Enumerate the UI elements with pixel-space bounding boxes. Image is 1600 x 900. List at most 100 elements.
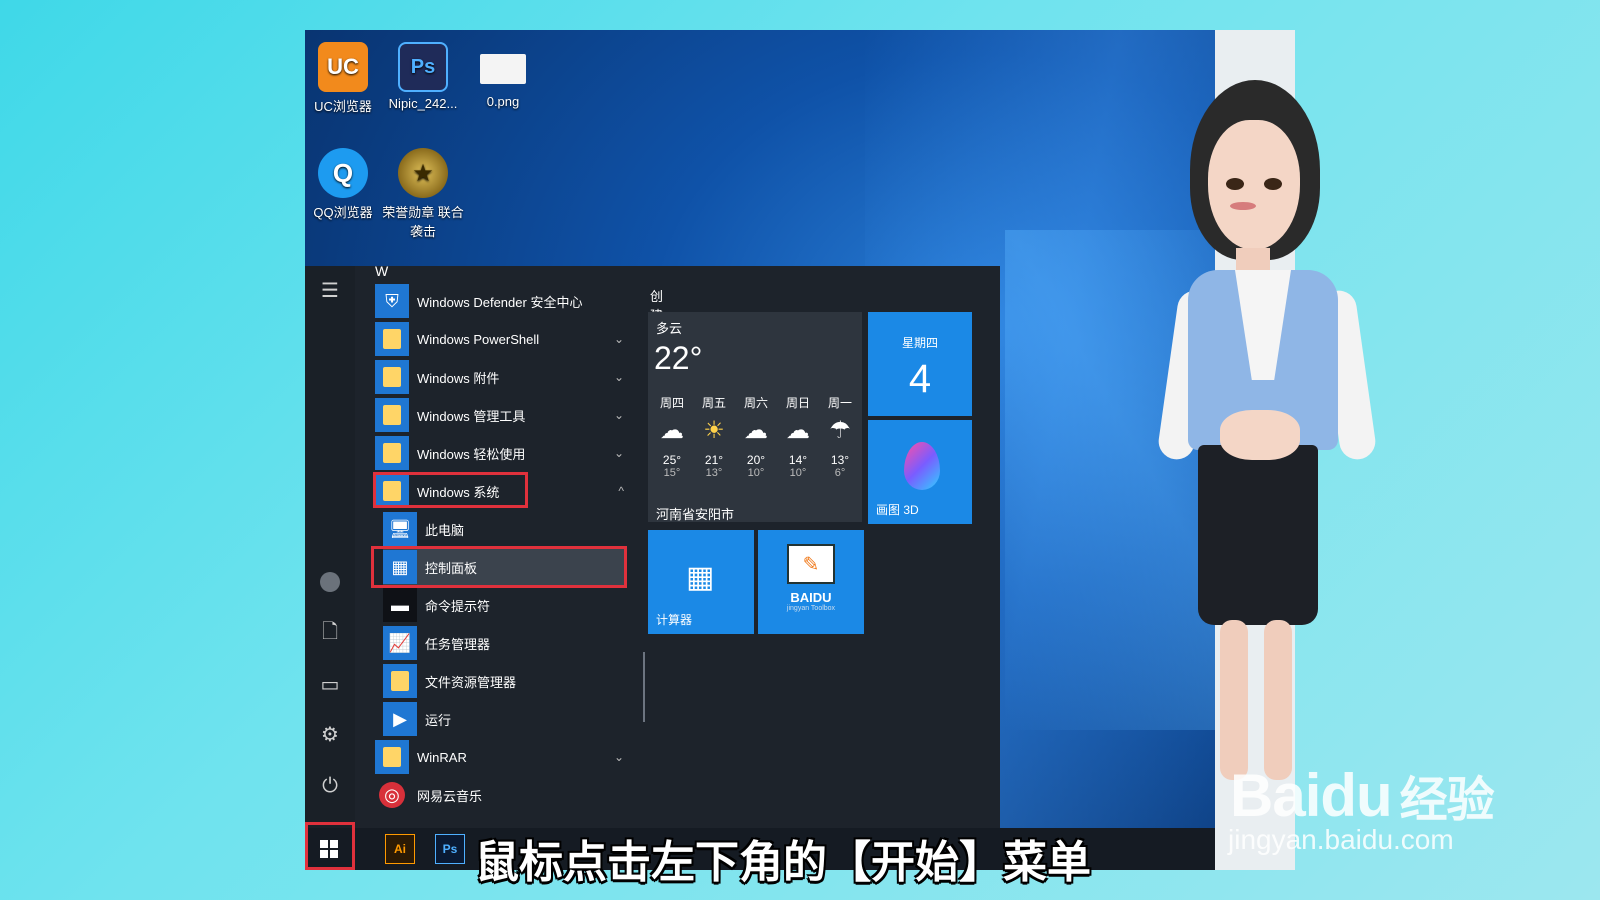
- app-command-prompt[interactable]: ▬ 命令提示符: [383, 587, 626, 623]
- highlight-start-button: [305, 822, 355, 870]
- app-task-manager[interactable]: 📈 任务管理器: [383, 625, 626, 661]
- folder-explorer-icon: [383, 664, 417, 698]
- taskbar-photoshop[interactable]: Ps: [435, 834, 465, 864]
- app-label: Windows Defender 安全中心: [417, 294, 583, 310]
- run-icon: ▶: [383, 702, 417, 736]
- app-label: WinRAR: [417, 749, 467, 765]
- start-menu: ☰ 🗋 ▭ ⚙ ⏻ W ⛨ Windows Defender 安全中心 Wind…: [305, 263, 1000, 828]
- baidu-tile[interactable]: ✎ BAIDU jingyan Toolbox: [758, 530, 864, 634]
- app-list-scrollbar[interactable]: [643, 652, 645, 722]
- forecast-high: 14°: [788, 453, 808, 467]
- tile-label: 画图 3D: [876, 503, 919, 517]
- app-label: Windows 管理工具: [417, 408, 526, 424]
- cloud-icon: ☁: [786, 417, 810, 444]
- document-icon[interactable]: 🗋: [316, 620, 344, 648]
- highlight-windows-system: [373, 472, 528, 508]
- desktop-icon-label: QQ浏览器: [313, 205, 373, 220]
- photoshop-file-icon: Ps: [398, 42, 448, 92]
- forecast-day: 周日 ☁ 14° 10°: [778, 394, 818, 479]
- app-file-explorer[interactable]: 文件资源管理器: [383, 663, 626, 699]
- chevron-down-icon: ⌄: [613, 750, 624, 764]
- desktop-icon-label: 0.png: [486, 94, 520, 109]
- calendar-weekday: 星期四: [901, 336, 938, 350]
- forecast-day: 周一 ☂ 13° 6°: [820, 394, 860, 479]
- weather-location: 河南省安阳市: [656, 507, 735, 522]
- avatar-lips: [1230, 202, 1256, 210]
- desktop-icon-uc-browser[interactable]: UC UC浏览器: [305, 42, 385, 115]
- pictures-icon[interactable]: ▭: [316, 670, 344, 698]
- calendar-tile[interactable]: 星期四 4: [868, 312, 972, 416]
- weather-temperature: 22°: [654, 340, 703, 376]
- avatar-leg: [1264, 620, 1292, 780]
- start-menu-rail: ☰ 🗋 ▭ ⚙ ⏻: [305, 266, 355, 828]
- computer-icon: 🖥: [383, 512, 417, 546]
- rain-icon: ☂: [829, 417, 851, 444]
- folder-icon: [375, 398, 409, 432]
- desktop-icon-png-file[interactable]: 0.png: [461, 42, 545, 109]
- app-windows-accessories[interactable]: Windows 附件 ⌄: [375, 359, 630, 395]
- baidu-watermark: Baidu 经验 jingyan.baidu.com: [1228, 760, 1495, 856]
- task-manager-icon: 📈: [383, 626, 417, 660]
- chevron-down-icon: ⌄: [613, 332, 624, 346]
- app-windows-admin-tools[interactable]: Windows 管理工具 ⌄: [375, 397, 630, 433]
- avatar-leg: [1220, 620, 1248, 780]
- app-netease-music[interactable]: ◎ 网易云音乐: [375, 777, 630, 813]
- forecast-day: 周四 ☁ 25° 15°: [652, 394, 692, 479]
- app-this-pc[interactable]: 🖥 此电脑: [383, 511, 626, 547]
- app-windows-defender[interactable]: ⛨ Windows Defender 安全中心: [375, 283, 630, 319]
- app-winrar[interactable]: WinRAR ⌄: [375, 739, 630, 775]
- terminal-icon: ▬: [383, 588, 417, 622]
- app-windows-powershell[interactable]: Windows PowerShell ⌄: [375, 321, 630, 357]
- app-label: 网易云音乐: [417, 788, 483, 804]
- weather-tile[interactable]: 多云 22° 周四 ☁ 25° 15° 周五 ☀ 21° 13° 周六 ☁ 20…: [648, 312, 862, 522]
- settings-icon[interactable]: ⚙: [316, 720, 344, 748]
- avatar-eye: [1226, 178, 1244, 190]
- app-label: Windows 附件: [417, 370, 500, 386]
- forecast-high: 20°: [746, 453, 766, 467]
- tile-sublabel: jingyan Toolbox: [786, 605, 836, 612]
- folder-icon: [375, 740, 409, 774]
- section-letter[interactable]: W: [375, 263, 388, 279]
- cloud-icon: ☁: [660, 417, 684, 444]
- hamburger-icon[interactable]: ☰: [316, 276, 344, 304]
- forecast-high: 13°: [830, 453, 850, 467]
- netease-music-icon: ◎: [379, 782, 405, 808]
- app-label: Windows PowerShell: [417, 331, 540, 347]
- desktop-icon-label: 荣誉勋章 联合袭击: [382, 205, 464, 239]
- app-label: Windows 轻松使用: [417, 446, 526, 462]
- calculator-tile[interactable]: ▦ 计算器: [648, 530, 754, 634]
- forecast-weekday: 周五: [701, 396, 726, 410]
- forecast-weekday: 周四: [659, 396, 684, 410]
- desktop-icon-game[interactable]: ★ 荣誉勋章 联合袭击: [381, 148, 465, 240]
- app-label: 命令提示符: [425, 598, 491, 614]
- watermark-brand: Baidu 经验: [1230, 760, 1495, 830]
- calendar-day: 4: [908, 357, 932, 401]
- forecast-high: 21°: [704, 453, 724, 467]
- watermark-brand-cn: 经验: [1399, 774, 1495, 827]
- folder-icon: [375, 436, 409, 470]
- medal-of-honor-icon: ★: [398, 148, 448, 198]
- app-run[interactable]: ▶ 运行: [383, 701, 626, 737]
- desktop-icon-psd-file[interactable]: Ps Nipic_242...: [381, 42, 465, 111]
- avatar-face: [1208, 120, 1300, 250]
- desktop-icon-label: UC浏览器: [314, 99, 372, 114]
- paint3d-tile[interactable]: 画图 3D: [868, 420, 972, 524]
- app-list: W ⛨ Windows Defender 安全中心 Windows PowerS…: [365, 263, 635, 828]
- image-file-icon: [480, 54, 526, 84]
- power-icon[interactable]: ⏻: [316, 772, 344, 800]
- desktop-icon-qq-browser[interactable]: Q QQ浏览器: [305, 148, 385, 221]
- forecast-low: 10°: [747, 467, 765, 479]
- folder-icon: [375, 360, 409, 394]
- chevron-down-icon: ⌄: [613, 370, 624, 384]
- app-windows-ease-of-access[interactable]: Windows 轻松使用 ⌄: [375, 435, 630, 471]
- forecast-weekday: 周日: [785, 396, 810, 410]
- user-icon[interactable]: [316, 568, 344, 596]
- forecast-low: 15°: [663, 467, 681, 479]
- taskbar-illustrator[interactable]: Ai: [385, 834, 415, 864]
- watermark-brand-text: Baidu: [1230, 762, 1393, 829]
- chevron-down-icon: ⌄: [613, 408, 624, 422]
- uc-browser-icon: UC: [318, 42, 368, 92]
- chevron-down-icon: ⌄: [613, 446, 624, 460]
- forecast-day: 周五 ☀ 21° 13°: [694, 394, 734, 479]
- app-label: 此电脑: [425, 522, 465, 538]
